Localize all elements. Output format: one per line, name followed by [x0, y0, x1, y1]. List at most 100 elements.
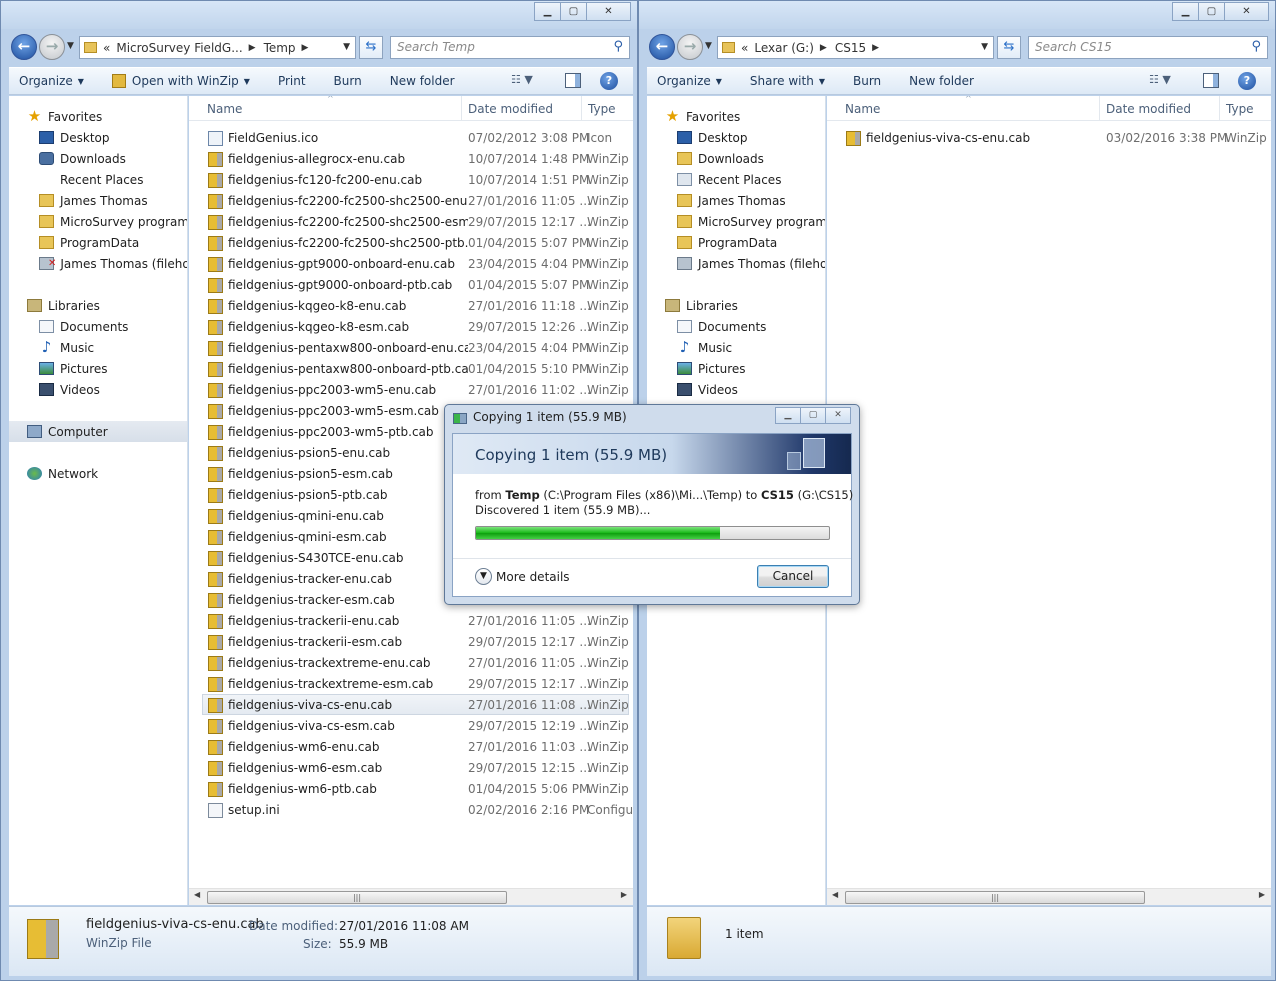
nav-james-thomas-filehome[interactable]: ✕ James Thomas (filehom [39, 253, 187, 274]
back-button[interactable]: ← [11, 34, 37, 60]
organize-button[interactable]: Organize ▼ [657, 74, 722, 88]
address-dropdown-icon[interactable]: ▼ [981, 42, 988, 52]
preview-pane-icon[interactable] [565, 73, 581, 88]
file-row[interactable]: fieldgenius-trackerii-esm.cab 29/07/2015 … [203, 632, 633, 653]
address-bar[interactable]: « MicroSurvey FieldG... ▶ Temp ▶ ▼ [79, 36, 356, 59]
maximize-button[interactable]: ▢ [560, 2, 587, 21]
back-button[interactable]: ← [649, 34, 675, 60]
refresh-button[interactable]: ⇆ [359, 36, 383, 59]
address-overflow-chevrons[interactable]: « [741, 41, 748, 55]
nav-desktop[interactable]: Desktop [39, 127, 110, 148]
file-row[interactable]: fieldgenius-wm6-ptb.cab 01/04/2015 5:06 P… [203, 779, 633, 800]
file-row[interactable]: fieldgenius-trackextreme-esm.cab 29/07/20… [203, 674, 633, 695]
scroll-thumb[interactable]: ||| [845, 891, 1145, 904]
nav-programdata[interactable]: ProgramData [39, 232, 139, 253]
help-icon[interactable]: ? [600, 72, 618, 90]
file-row[interactable]: fieldgenius-viva-cs-enu.cab 27/01/2016 11… [202, 694, 633, 715]
file-row[interactable]: fieldgenius-wm6-esm.cab 29/07/2015 12:15 … [203, 758, 633, 779]
nav-videos[interactable]: Videos [677, 379, 738, 400]
column-name[interactable]: Name [207, 102, 242, 116]
nav-documents[interactable]: Documents [677, 316, 766, 337]
destination-folder-link[interactable]: CS15 [761, 488, 794, 502]
nav-libraries[interactable]: Libraries [665, 295, 738, 316]
nav-programdata[interactable]: ProgramData [677, 232, 777, 253]
address-bar[interactable]: « Lexar (G:) ▶ CS15 ▶ ▼ [717, 36, 994, 59]
nav-james-thomas[interactable]: James Thomas [39, 190, 148, 211]
column-type[interactable]: Type [588, 102, 616, 116]
file-row[interactable]: fieldgenius-wm6-enu.cab 27/01/2016 11:03 … [203, 737, 633, 758]
breadcrumb-arrow-icon[interactable]: ▶ [820, 43, 827, 53]
search-input[interactable]: Search CS15 ⚲ [1028, 36, 1268, 59]
file-row[interactable]: fieldgenius-viva-cs-esm.cab 29/07/2015 12… [203, 716, 633, 737]
file-row[interactable]: fieldgenius-fc2200-fc2500-shc2500-enu.c.… [203, 191, 633, 212]
nav-pictures[interactable]: Pictures [39, 358, 108, 379]
scroll-left-icon[interactable]: ◀ [832, 890, 838, 899]
file-row[interactable]: fieldgenius-ppc2003-wm5-enu.cab 27/01/201… [203, 380, 633, 401]
file-row[interactable]: fieldgenius-gpt9000-onboard-enu.cab 23/04… [203, 254, 633, 275]
nav-downloads[interactable]: Downloads [39, 148, 126, 169]
burn-button[interactable]: Burn [853, 74, 881, 88]
file-row[interactable]: fieldgenius-trackerii-enu.cab 27/01/2016 … [203, 611, 633, 632]
source-folder-link[interactable]: Temp [505, 488, 539, 502]
maximize-button[interactable]: ▢ [1198, 2, 1225, 21]
breadcrumb-microsurvey[interactable]: MicroSurvey FieldG... [116, 41, 242, 55]
file-row[interactable]: fieldgenius-allegrocx-enu.cab 10/07/2014 … [203, 149, 633, 170]
title-bar[interactable]: ▁ ▢ ✕ [1, 1, 637, 29]
nav-music[interactable]: ♪ Music [677, 337, 732, 358]
breadcrumb-arrow-icon[interactable]: ▶ [872, 43, 879, 53]
close-button[interactable]: ✕ [825, 407, 851, 424]
new-folder-button[interactable]: New folder [390, 74, 455, 88]
minimize-button[interactable]: ▁ [1172, 2, 1199, 21]
nav-favorites[interactable]: ★ Favorites [27, 106, 102, 127]
nav-microsurvey-program-data[interactable]: MicroSurvey program da [677, 211, 825, 232]
nav-music[interactable]: ♪ Music [39, 337, 94, 358]
close-button[interactable]: ✕ [586, 2, 631, 21]
forward-button[interactable]: → [39, 34, 65, 60]
breadcrumb-arrow-icon[interactable]: ▶ [249, 43, 256, 53]
search-icon[interactable]: ⚲ [613, 39, 623, 54]
file-row[interactable]: setup.ini 02/02/2016 2:16 PM Configur [203, 800, 633, 821]
minimize-button[interactable]: ▁ [534, 2, 561, 21]
nav-computer[interactable]: Computer [9, 421, 187, 442]
refresh-button[interactable]: ⇆ [997, 36, 1021, 59]
breadcrumb-arrow-icon[interactable]: ▶ [302, 43, 309, 53]
file-row[interactable]: fieldgenius-pentaxw800-onboard-ptb.cab 01… [203, 359, 633, 380]
print-button[interactable]: Print [278, 74, 306, 88]
burn-button[interactable]: Burn [334, 74, 362, 88]
column-name[interactable]: Name [845, 102, 880, 116]
nav-videos[interactable]: Videos [39, 379, 100, 400]
nav-james-thomas[interactable]: James Thomas [677, 190, 786, 211]
nav-documents[interactable]: Documents [39, 316, 128, 337]
breadcrumb-temp[interactable]: Temp [264, 41, 296, 55]
nav-network[interactable]: Network [27, 463, 98, 484]
column-date-modified[interactable]: Date modified [468, 102, 553, 116]
nav-microsurvey-program-data[interactable]: MicroSurvey program da [39, 211, 187, 232]
address-overflow-chevrons[interactable]: « [103, 41, 110, 55]
address-dropdown-icon[interactable]: ▼ [343, 42, 350, 52]
file-row[interactable]: fieldgenius-viva-cs-enu.cab 03/02/2016 3:… [841, 128, 1271, 149]
column-type[interactable]: Type [1226, 102, 1254, 116]
view-options-icon[interactable]: ☷ ▼ [1149, 73, 1171, 86]
file-row[interactable]: fieldgenius-fc2200-fc2500-shc2500-esm...… [203, 212, 633, 233]
minimize-button[interactable]: ▁ [775, 407, 801, 424]
more-details-toggle[interactable]: ▼ More details [475, 568, 570, 585]
forward-button[interactable]: → [677, 34, 703, 60]
nav-james-thomas-filehome[interactable]: James Thomas (filehom [677, 253, 825, 274]
nav-favorites[interactable]: ★ Favorites [665, 106, 740, 127]
nav-pictures[interactable]: Pictures [677, 358, 746, 379]
file-row[interactable]: fieldgenius-fc120-fc200-enu.cab 10/07/201… [203, 170, 633, 191]
file-row[interactable]: fieldgenius-gpt9000-onboard-ptb.cab 01/04… [203, 275, 633, 296]
file-row[interactable]: fieldgenius-trackextreme-enu.cab 27/01/20… [203, 653, 633, 674]
view-options-icon[interactable]: ☷ ▼ [511, 73, 533, 86]
recent-pages-dropdown[interactable]: ▼ [67, 41, 74, 51]
breadcrumb-cs15[interactable]: CS15 [835, 41, 866, 55]
file-row[interactable]: fieldgenius-pentaxw800-onboard-enu.cab 23… [203, 338, 633, 359]
file-row[interactable]: fieldgenius-kqgeo-k8-enu.cab 27/01/2016 1… [203, 296, 633, 317]
share-with-button[interactable]: Share with ▼ [750, 74, 825, 88]
horizontal-scrollbar[interactable]: ◀ ||| ▶ [827, 888, 1271, 905]
search-input[interactable]: Search Temp ⚲ [390, 36, 630, 59]
organize-button[interactable]: Organize ▼ [19, 74, 84, 88]
scroll-right-icon[interactable]: ▶ [621, 890, 627, 899]
close-button[interactable]: ✕ [1224, 2, 1269, 21]
file-row[interactable]: FieldGenius.ico 07/02/2012 3:08 PM Icon [203, 128, 633, 149]
